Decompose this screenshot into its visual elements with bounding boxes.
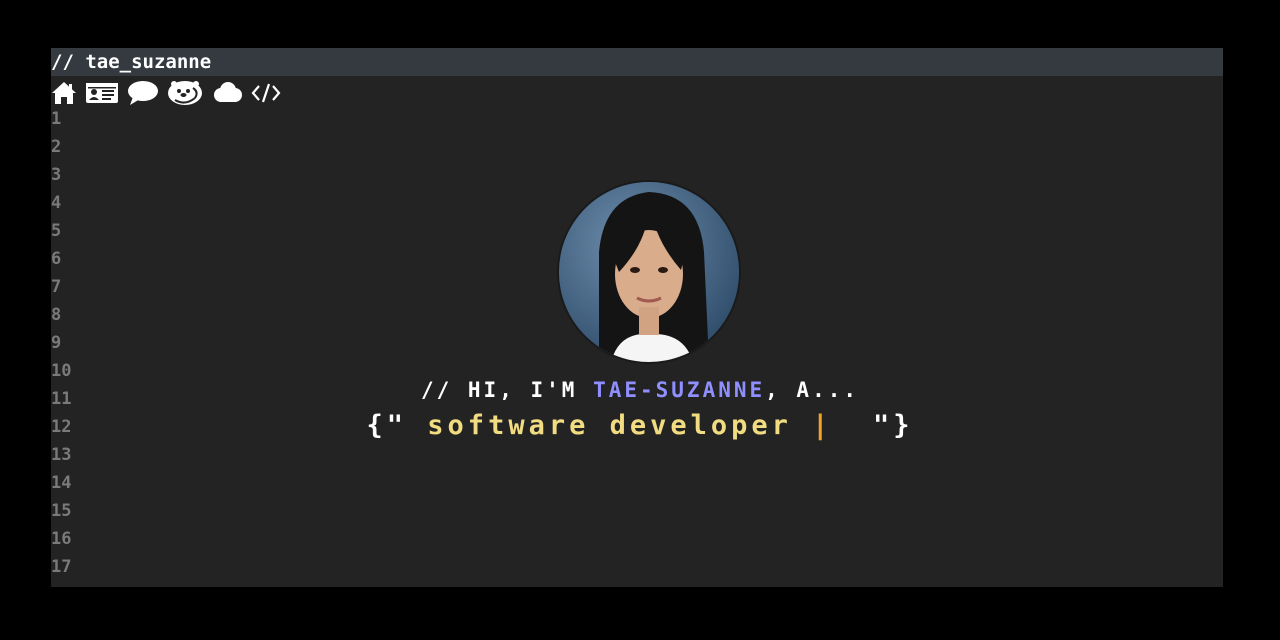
line-number: 5 [51,221,62,241]
window-title: // tae_suzanne [51,48,1223,76]
intro-name: TAE-SUZANNE [593,378,766,402]
line-number: 13 [51,445,72,465]
line-number: 16 [51,529,72,549]
code-nav-button[interactable] [251,79,281,107]
otter-icon [167,80,203,106]
line-number: 4 [51,193,62,213]
fun-nav-button[interactable] [167,79,203,107]
about-nav-button[interactable] [85,79,119,107]
line-number: 14 [51,473,72,493]
typing-cursor: | [791,410,853,441]
line-number: 9 [51,333,62,353]
contact-nav-button[interactable] [127,79,159,107]
typed-open-brace: {" [366,410,428,441]
line-number: 17 [51,557,72,577]
line-number: 3 [51,165,62,185]
speech-bubble-icon [127,80,159,106]
id-card-icon [85,81,119,105]
intro-prefix: // HI, I'M [420,378,594,402]
intro-line: // HI, I'M TAE-SUZANNE, A... [0,378,1280,402]
typed-role-line: {" software developer | "} [0,410,1280,441]
profile-photo [559,182,739,362]
line-number: 2 [51,137,62,157]
cloud-nav-button[interactable] [211,79,243,107]
line-number: 6 [51,249,62,269]
line-number: 1 [51,109,62,129]
intro-suffix: , A... [765,378,859,402]
line-number: 8 [51,305,62,325]
typed-role: software developer [427,410,792,441]
code-icon [251,81,281,105]
typed-close-brace: "} [852,410,914,441]
cloud-icon [211,81,243,105]
home-icon [51,81,77,105]
line-number: 7 [51,277,62,297]
nav-bar [51,78,289,108]
line-number: 15 [51,501,72,521]
home-nav-button[interactable] [51,79,77,107]
